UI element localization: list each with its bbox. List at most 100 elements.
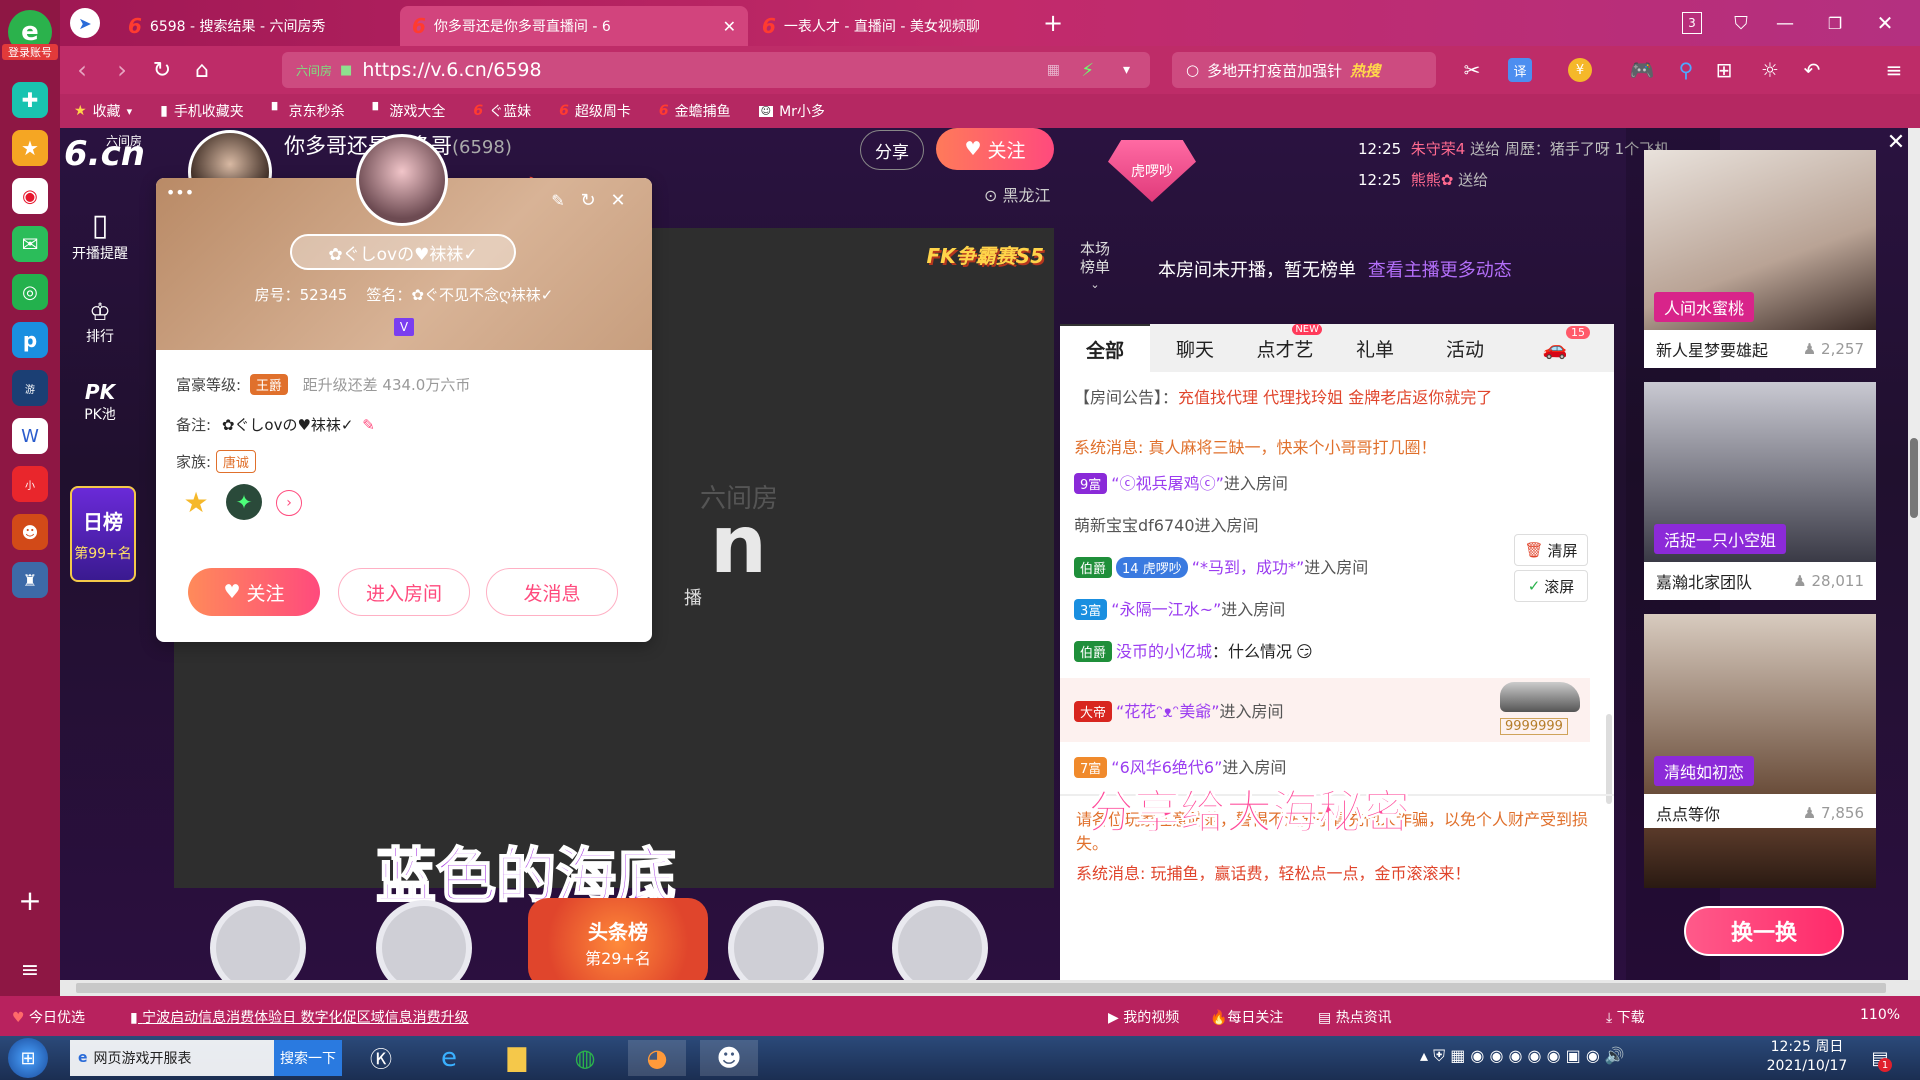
more-updates-link[interactable]: 查看主播更多动态 <box>1368 260 1512 281</box>
edit-note-icon[interactable]: ✎ <box>362 416 375 434</box>
recommend-card[interactable]: 活捉一只小空姐 嘉瀚北家团队 ♟ 28,011 <box>1644 382 1876 600</box>
seat-avatar[interactable] <box>892 900 988 980</box>
small-video-icon[interactable]: 小 <box>12 466 48 502</box>
live-remind-button[interactable]: ▯ 开播提醒 <box>60 208 140 263</box>
download-link[interactable]: ⤓ 下载 <box>1606 1007 1645 1027</box>
tab-talent[interactable]: 点才艺 NEW <box>1240 324 1330 372</box>
user-avatar[interactable] <box>356 134 448 226</box>
ie-browser-icon[interactable]: e <box>424 1040 474 1076</box>
chat-user[interactable]: “花花ᵔᴥᵔ美爺” <box>1116 702 1220 721</box>
clock[interactable]: 12:25 周日 2021/10/17 <box>1752 1038 1862 1076</box>
weibo-icon[interactable]: ◉ <box>12 178 48 214</box>
new-tab-button[interactable]: + <box>1038 8 1068 38</box>
undo-icon[interactable]: ↶ <box>1798 56 1826 84</box>
document-icon[interactable]: W <box>12 418 48 454</box>
browser-360-icon[interactable]: ◍ <box>560 1040 610 1076</box>
favorites-star-icon[interactable]: ★ <box>12 130 48 166</box>
taskbar-search-button[interactable]: 搜索一下 <box>274 1040 342 1076</box>
bookmark-fishing[interactable]: 6 金蟾捕鱼 <box>659 101 731 121</box>
page-scrollbar-thumb[interactable] <box>1910 438 1918 518</box>
coin-icon[interactable]: ¥ <box>1568 58 1592 82</box>
brightness-icon[interactable]: ☼ <box>1756 56 1784 84</box>
seat-avatar[interactable] <box>728 900 824 980</box>
today-picks[interactable]: ♥ 今日优选 <box>12 1007 85 1027</box>
chat-user[interactable]: “永隔一江水~” <box>1111 600 1221 619</box>
scissors-icon[interactable]: ✂ <box>1458 56 1486 84</box>
navigation-compass-icon[interactable]: ➤ <box>70 8 100 38</box>
close-window-icon[interactable]: ✕ <box>1870 8 1900 38</box>
chat-user[interactable]: “*马到，成功*” <box>1192 558 1305 577</box>
tab-all[interactable]: 全部 <box>1060 324 1150 372</box>
page-scrollbar[interactable] <box>1908 128 1920 980</box>
chat-user[interactable]: “6风华6绝代6” <box>1111 758 1222 777</box>
recommend-card[interactable]: 人间水蜜桃 新人星梦要雄起 ♟ 2,257 <box>1644 150 1876 368</box>
lightning-icon[interactable]: ⚡ <box>1081 60 1094 81</box>
main-menu-icon[interactable]: ≡ <box>1880 56 1908 84</box>
close-tab-icon[interactable]: ✕ <box>723 17 736 36</box>
home-icon[interactable]: ⌂ <box>188 56 216 84</box>
event-banner[interactable]: FK争霸赛S5 <box>927 240 1044 269</box>
translate-button[interactable]: 译 <box>1508 58 1532 82</box>
file-explorer-icon[interactable]: ▇ <box>492 1040 542 1076</box>
refresh-icon[interactable]: ↻ <box>576 188 600 212</box>
tab-search-results[interactable]: 6 6598 - 搜索结果 - 六间房秀 <box>116 6 392 46</box>
strategy-game-icon[interactable]: ♜ <box>12 562 48 598</box>
sidebar-menu-icon[interactable]: ≡ <box>14 954 46 986</box>
bookmark-mobile[interactable]: ▮ 手机收藏夹 <box>160 101 244 121</box>
url-dropdown-icon[interactable]: ▾ <box>1123 62 1130 78</box>
bookmark-mr[interactable]: ☺ Mr小多 <box>758 101 825 121</box>
bookmark-games[interactable]: ▘ 游戏大全 <box>373 101 446 121</box>
qq-game-icon[interactable]: ☻ <box>700 1040 758 1076</box>
tab-activity[interactable]: 活动 <box>1420 324 1510 372</box>
magic-wand-icon[interactable]: ✎ <box>546 188 570 212</box>
chat-user[interactable]: “ⓒ视兵屠鸡ⓒ” <box>1111 474 1224 493</box>
login-account-label[interactable]: 登录账号 <box>2 44 58 60</box>
reload-icon[interactable]: ↻ <box>148 56 176 84</box>
more-medals-icon[interactable]: › <box>276 490 302 516</box>
ranking-button[interactable]: ♔ 排行 <box>60 298 140 346</box>
tab-other-room[interactable]: 6 一表人才 - 直播间 - 美女视频聊 <box>750 6 1030 46</box>
magnifier-icon[interactable]: ⚲ <box>1672 56 1700 84</box>
horizontal-scrollbar[interactable] <box>60 980 1920 996</box>
address-bar[interactable]: 六间房 ■ https://v.6.cn/6598 ▦ ⚡ ▾ <box>282 52 1150 88</box>
forward-arrow-icon[interactable]: › <box>108 56 136 84</box>
share-button[interactable]: 分享 <box>860 130 924 170</box>
my-video-link[interactable]: ▶ 我的视频 <box>1108 1007 1179 1027</box>
more-options-icon[interactable]: ••• <box>166 182 194 202</box>
tab-count-badge[interactable]: 3 <box>1682 12 1702 34</box>
bookmark-lanmei[interactable]: 6 ぐ蓝妹 <box>473 101 531 121</box>
refresh-recommend-button[interactable]: 换一换 <box>1684 906 1844 956</box>
chat-user[interactable]: 萌新宝宝df6740 <box>1074 516 1195 535</box>
mail-icon[interactable]: ✉ <box>12 226 48 262</box>
tab-chat[interactable]: 聊天 <box>1150 324 1240 372</box>
tab-live-room[interactable]: 6 你多哥还是你多哥直播间 - 6 ✕ <box>400 6 748 46</box>
headline-rank-badge[interactable]: 头条榜 第29+名 <box>528 898 708 980</box>
start-menu-icon[interactable]: ⊞ <box>8 1038 48 1078</box>
user-follow-button[interactable]: ♥ 关注 <box>188 568 320 616</box>
recommend-card[interactable]: 清纯如初恋 点点等你 ♟ 7,856 <box>1644 614 1876 832</box>
bookmark-weekly[interactable]: 6 超级周卡 <box>559 101 631 121</box>
family-badge[interactable]: 唐诚 <box>215 450 256 473</box>
plus-app-icon[interactable]: ✚ <box>12 82 48 118</box>
game-app-icon[interactable]: 游 <box>12 370 48 406</box>
news-ticker[interactable]: ▮ 宁波启动信息消费体验日 数字化促区域信息消费升级 <box>130 1007 469 1027</box>
seat-avatar[interactable] <box>210 900 306 980</box>
follow-streamer-button[interactable]: ♥ 关注 <box>936 128 1054 170</box>
rank-list-label[interactable]: 本场 榜单 ⌄ <box>1080 240 1110 294</box>
search-box[interactable]: ○ 多地开打疫苗加强针 热搜 <box>1172 52 1436 88</box>
horizontal-scrollbar-thumb[interactable] <box>76 983 1886 993</box>
zoom-level[interactable]: 110% <box>1860 1007 1900 1023</box>
game-char-icon[interactable]: ☻ <box>12 514 48 550</box>
kugou-icon[interactable]: Ⓚ <box>356 1040 406 1076</box>
apps-grid-icon[interactable]: ⊞ <box>1710 56 1738 84</box>
close-recommend-icon[interactable]: ✕ <box>1882 128 1910 156</box>
minimize-window-icon[interactable]: — <box>1770 8 1800 38</box>
hot-news-link[interactable]: ▤ 热点资讯 <box>1318 1007 1392 1027</box>
bookmark-jd[interactable]: ▘ 京东秒杀 <box>272 101 345 121</box>
system-tray-icons[interactable]: ▴ ⛨ ▦ ◉ ◉ ◉ ◉ ◉ ▣ ◉ 🔊 <box>1420 1046 1625 1066</box>
chat-user[interactable]: 没币的小亿城 <box>1116 642 1212 661</box>
scroll-screen-button[interactable]: ✓ 滚屏 <box>1514 570 1588 602</box>
recommend-thumbnail-partial[interactable] <box>1644 828 1876 888</box>
car-tab[interactable]: 🚗 15 <box>1510 324 1600 372</box>
enter-room-button[interactable]: 进入房间 <box>338 568 470 616</box>
